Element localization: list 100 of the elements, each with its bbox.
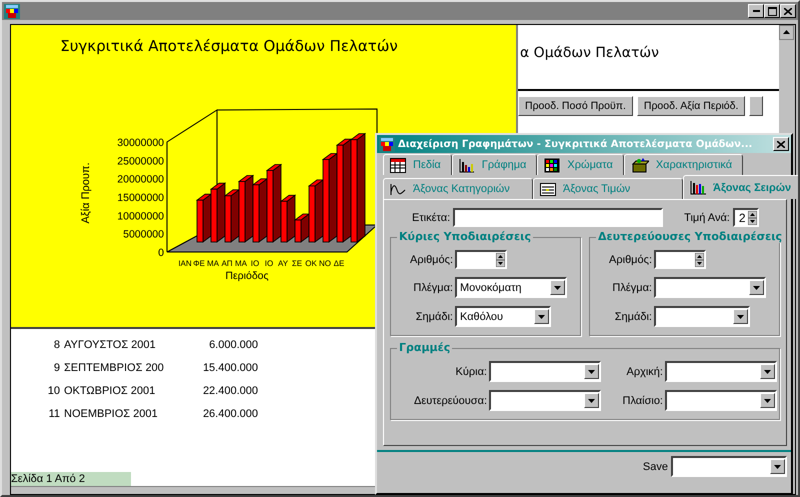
group-title: Δευτερεύουσες Υποδιαιρέσεις [596,230,784,243]
column-header-button[interactable]: Προοδ. Ποσό Προϋπ. [518,96,633,116]
tab[interactable]: Χρώματα [537,154,624,175]
field-label: Δευτερεύουσα: [412,394,487,406]
minimize-button[interactable] [748,4,764,18]
close-icon [777,140,785,148]
y-tick-label: 30000000 [117,137,164,149]
tab[interactable]: Χαρακτηριστικά [624,154,744,175]
field-label: Σημάδι: [614,310,652,322]
dropdown-field[interactable] [489,361,601,382]
dropdown-field[interactable] [671,456,787,477]
y-tick-label: 25000000 [117,155,164,168]
y-tick-label: 5000000 [123,228,164,241]
x-tick-label: ΣΕ [292,259,302,268]
x-tick-label: ΜΑ [207,259,219,268]
value-cell-text: 22.400.000 [202,384,258,396]
field-label: Πλέγμα: [412,282,453,294]
row-number: 10 [46,384,61,396]
page-status: Σελίδα 1 Από 2 [11,472,131,486]
group-title: Κύριες Υποδιαιρέσεις [397,230,533,243]
maximize-button[interactable] [764,4,780,18]
tab[interactable]: Άξονας Σειρών [683,175,798,199]
caret-icon [554,286,561,290]
dropdown-field[interactable] [654,277,766,298]
value-cell-text: 6.000.000 [208,338,258,350]
dropdown-field[interactable]: Μονοκόματη [455,277,567,298]
column-header-button[interactable]: Προοδ. Αξία Περιόδ. [636,96,746,116]
group-title: Γραμμές [397,341,452,354]
caret-icon [764,370,771,374]
maximize-icon [768,6,776,16]
tab[interactable]: Άξονας Τιμών [533,178,683,199]
y-tick-label: 10000000 [117,210,164,222]
caret-icon [737,314,744,318]
period-cell-text: ΟΚΤΩΒΡΙΟΣ 2001 [64,384,156,396]
x-tick-label: ΙΑΝ [178,259,192,268]
dropdown-field[interactable] [665,390,777,411]
close-icon [784,8,792,14]
up-arrow-icon [748,210,757,218]
up-arrow-icon [695,252,704,260]
field-label: Σημάδι: [414,310,453,322]
app-icon [4,4,20,18]
y-axis-label: Αξία Προυπ. [80,162,92,224]
curve-axis-icon [390,182,406,196]
up-arrow-icon [496,252,505,260]
dropdown-field[interactable] [654,306,750,327]
field-label: Πλαίσιο: [622,394,663,406]
dropdown-field[interactable] [665,361,777,382]
dialog-title: Διαχείριση Γραφημάτων - Συγκριτικά Αποτελέσματα Ομάδων... [398,138,754,150]
scale-icon [540,182,556,196]
field-label: Save [642,460,668,472]
spreadsheet-icon [390,158,406,172]
bar-chart-icon [690,180,706,194]
x-tick-label: ΦΕ [193,259,205,268]
period-cell-text: ΣΕΠΤΕΜΒΡΙΟΣ 200 [64,362,165,374]
caret-icon [753,286,760,290]
x-tick-label: ΙΟ [250,259,260,268]
value-cell-text: 15.400.000 [202,362,258,374]
dropdown-field[interactable]: Καθόλου [455,306,551,327]
y-tick-label: 0 [158,247,164,259]
field-label: Αριθμός: [608,254,652,266]
caret-icon [764,398,771,402]
caret-icon [774,464,781,468]
chart-title: Συγκριτικά Αποτελέσματα Ομάδων Πελατών [60,37,398,55]
x-tick-label: ΝΟ [319,259,331,268]
dropdown-field[interactable] [489,390,601,411]
report-header-text: α Ομάδων Πελατών [519,44,660,63]
close-button[interactable] [773,137,789,151]
field-label: Αρχική: [626,366,663,378]
column-header-button[interactable] [749,96,764,116]
spinner-field[interactable] [654,250,706,269]
color-grid-icon [544,158,560,172]
app-icon [379,136,395,152]
y-tick-label: 15000000 [117,192,164,204]
row-number: 8 [52,338,61,350]
x-tick-label: ΜΑ [235,259,247,268]
row-number: 11 [48,408,61,420]
x-tick-label: ΑΥ [278,259,288,268]
caret-icon [588,370,595,374]
tab[interactable]: Πεδία [383,154,452,175]
spinner-field[interactable] [455,250,507,269]
x-tick-label: ΔΕ [334,259,344,268]
field-label: Αριθμός: [409,254,453,266]
row-number: 9 [52,362,61,374]
caret-icon [538,314,545,318]
period-cell-text: ΝΟΕΜΒΡΙΟΣ 2001 [64,408,159,420]
value-cell-text: 26.400.000 [202,408,258,420]
bar-chart-icon [458,158,475,172]
tab[interactable]: Άξονας Κατηγοριών [383,178,533,199]
field-label: Κύρια: [454,366,487,378]
minimize-icon [752,10,760,12]
spinner-field[interactable]: 2 [732,208,759,227]
field-label: Τιμή Ανά: [684,212,730,224]
field-label: Πλέγμα: [611,282,652,294]
y-tick-label: 20000000 [117,174,164,186]
box-icon [630,158,649,172]
x-tick-label: ΟΚ [305,259,317,268]
x-tick-label: ΙΟ [264,259,274,268]
input-field[interactable] [453,208,664,227]
tab[interactable]: Γράφημα [452,154,538,175]
close-button[interactable] [780,4,796,18]
